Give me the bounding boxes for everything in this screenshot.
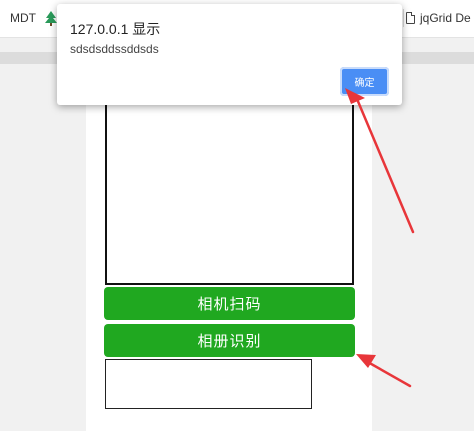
annotation-arrows <box>345 88 415 388</box>
arrow-to-album-button <box>356 354 412 388</box>
arrow-to-ok-button <box>345 88 415 234</box>
